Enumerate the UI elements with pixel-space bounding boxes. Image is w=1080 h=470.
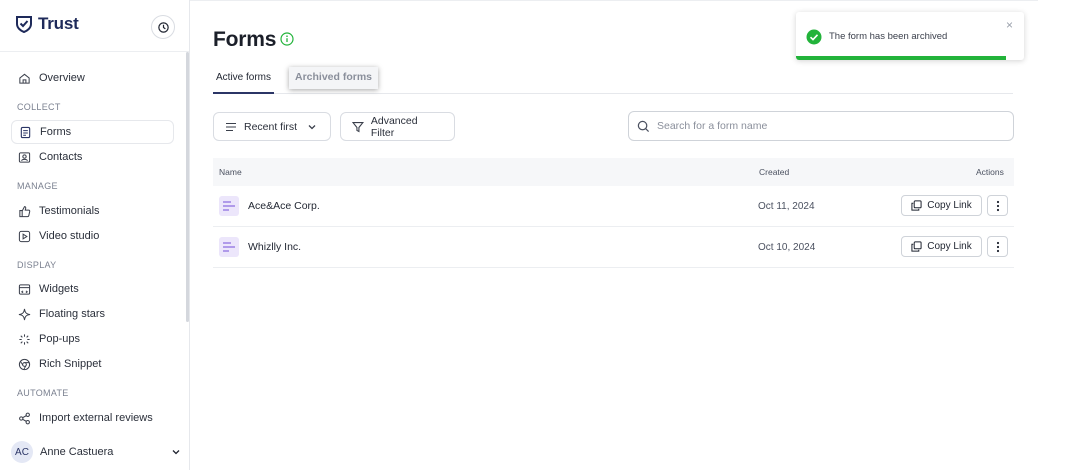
section-manage: MANAGE <box>17 181 58 191</box>
sidebar-item-label: Overview <box>39 72 85 84</box>
home-icon <box>19 73 30 84</box>
check-circle-icon <box>806 29 822 45</box>
sidebar-item-label: Video studio <box>39 230 100 242</box>
chrome-icon <box>18 358 31 370</box>
thumbs-up-icon <box>19 205 31 217</box>
section-automate: AUTOMATE <box>17 388 69 398</box>
sidebar-item-widgets[interactable]: Widgets <box>11 277 174 301</box>
copy-icon <box>911 200 922 211</box>
brand-logo[interactable]: Trust <box>15 14 79 34</box>
table-header <box>213 158 1014 186</box>
sidebar-item-testimonials[interactable]: Testimonials <box>11 199 174 223</box>
sidebar-item-rich-snippet[interactable]: Rich Snippet <box>11 352 174 376</box>
sidebar-item-label: Floating stars <box>39 308 106 320</box>
tab-active-forms[interactable]: Active forms <box>213 68 275 94</box>
share-nodes-icon <box>19 412 30 424</box>
sidebar-item-contacts[interactable]: Contacts <box>11 145 174 169</box>
kebab-menu-icon <box>996 200 999 211</box>
user-menu[interactable]: AC Anne Castuera <box>11 441 181 463</box>
sidebar-item-overview[interactable]: Overview <box>11 66 174 90</box>
more-actions-button[interactable] <box>987 195 1008 216</box>
table-row[interactable]: Ace&Ace Corp. Oct 11, 2024 Copy Link <box>213 186 1014 227</box>
column-header-actions: Actions <box>976 167 1004 177</box>
sidebar-item-label: Testimonials <box>39 205 100 217</box>
brand-name: Trust <box>38 14 79 33</box>
sidebar-item-forms[interactable]: Forms <box>11 120 174 144</box>
contact-card-icon <box>18 151 31 163</box>
form-name[interactable]: Whizlly Inc. <box>248 241 301 253</box>
form-icon <box>20 126 31 138</box>
sidebar-item-import-external-reviews[interactable]: Import external reviews <box>11 406 174 430</box>
section-display: DISPLAY <box>17 260 57 270</box>
copy-link-label: Copy Link <box>927 241 972 252</box>
copy-link-button[interactable]: Copy Link <box>901 236 982 257</box>
toast-progress-bar <box>796 56 1006 60</box>
sidebar-item-label: Pop-ups <box>39 333 80 345</box>
search-input[interactable] <box>657 120 997 132</box>
section-collect: COLLECT <box>17 102 61 112</box>
chevron-down-icon <box>308 124 316 129</box>
filter-icon <box>352 121 364 132</box>
sidebar-item-pop-ups[interactable]: Pop-ups <box>11 327 174 351</box>
sidebar-divider <box>0 51 189 52</box>
form-created-date: Oct 10, 2024 <box>758 242 816 253</box>
column-header-created: Created <box>759 167 790 177</box>
table-row[interactable]: Whizlly Inc. Oct 10, 2024 Copy Link <box>213 227 1014 268</box>
tab-archived-forms[interactable]: Archived forms <box>289 67 379 89</box>
sidebar-item-label: Widgets <box>39 283 79 295</box>
sidebar-item-video-studio[interactable]: Video studio <box>11 224 174 248</box>
sidebar-item-label: Forms <box>40 126 72 138</box>
sidebar: Trust Overview COLLECT Forms Contacts MA… <box>0 0 190 470</box>
sort-label: Recent first <box>244 120 298 133</box>
sidebar-item-label: Rich Snippet <box>39 358 102 370</box>
top-border <box>190 0 1038 1</box>
form-name[interactable]: Ace&Ace Corp. <box>248 200 320 212</box>
copy-icon <box>911 241 922 252</box>
sparkle-icon <box>18 308 31 320</box>
form-created-date: Oct 11, 2024 <box>758 201 815 212</box>
sort-dropdown[interactable]: Recent first <box>213 112 331 141</box>
close-icon[interactable]: × <box>1006 19 1013 31</box>
filter-label: Advanced Filter <box>370 114 418 139</box>
search-box <box>628 111 1014 141</box>
form-thumbnail-icon <box>219 237 239 257</box>
user-name: Anne Castuera <box>40 446 114 458</box>
lines-icon <box>226 122 236 131</box>
form-thumbnail-icon <box>219 196 239 216</box>
video-play-icon <box>18 230 31 242</box>
tabs: Active forms Archived forms <box>213 67 1013 94</box>
sidebar-item-floating-stars[interactable]: Floating stars <box>11 302 174 326</box>
advanced-filter-button[interactable]: Advanced Filter <box>340 112 455 141</box>
page-title: Forms <box>213 28 277 51</box>
toast-message: The form has been archived <box>829 31 948 42</box>
search-icon <box>637 120 650 132</box>
kebab-menu-icon <box>996 241 999 252</box>
chevron-down-icon <box>172 450 180 455</box>
avatar: AC <box>11 441 33 463</box>
column-header-name: Name <box>219 167 242 177</box>
shield-check-icon <box>16 16 32 33</box>
more-actions-button[interactable] <box>987 236 1008 257</box>
sidebar-scrollbar[interactable] <box>186 52 189 322</box>
info-icon[interactable] <box>280 32 294 46</box>
loader-icon <box>19 333 30 345</box>
success-toast: The form has been archived × <box>796 12 1024 60</box>
widget-icon <box>18 283 31 295</box>
copy-link-button[interactable]: Copy Link <box>901 195 982 216</box>
history-icon <box>157 21 169 33</box>
history-button[interactable] <box>151 15 175 39</box>
sidebar-item-label: Import external reviews <box>39 412 153 424</box>
copy-link-label: Copy Link <box>927 200 972 211</box>
sidebar-item-label: Contacts <box>39 151 83 163</box>
